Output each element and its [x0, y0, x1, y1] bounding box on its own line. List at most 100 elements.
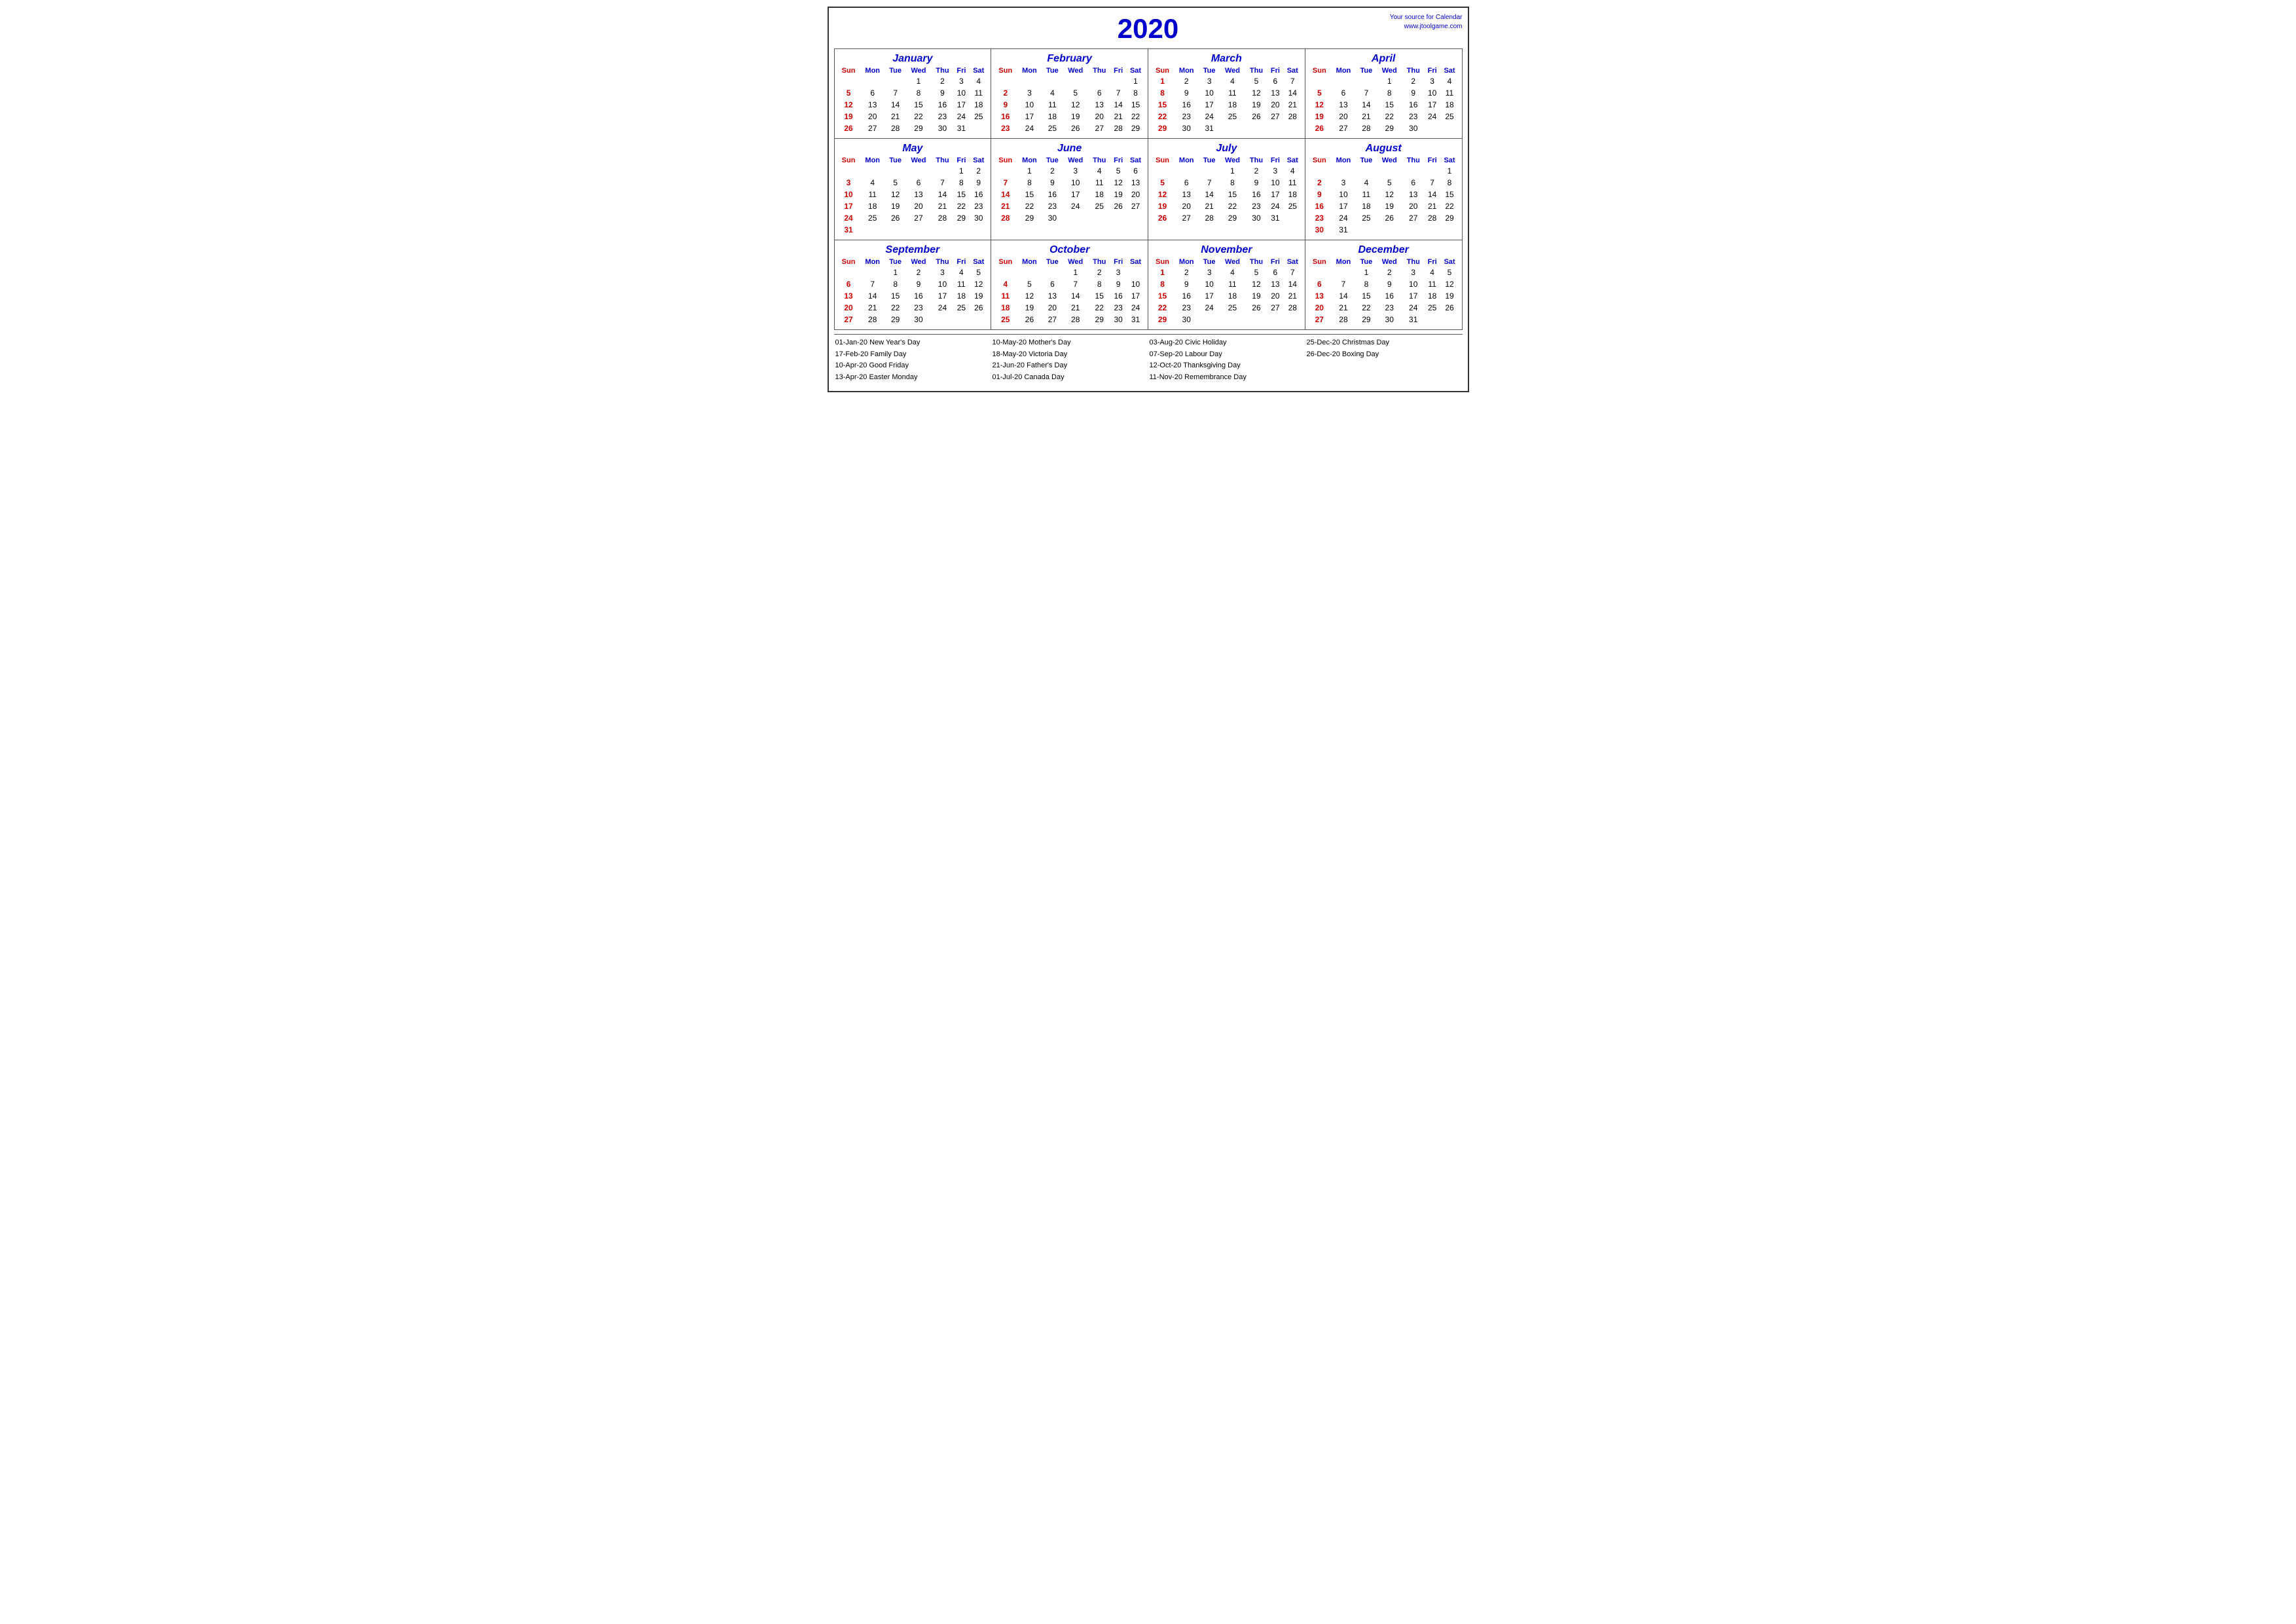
day-cell: 2 — [994, 87, 1017, 99]
holiday-column-0: 01-Jan-20 New Year's Day17-Feb-20 Family… — [835, 337, 990, 383]
day-header-mon: Mon — [1174, 66, 1199, 75]
day-header-mon: Mon — [1174, 257, 1199, 267]
day-cell: 26 — [1063, 122, 1088, 134]
day-cell: 4 — [954, 267, 970, 278]
day-cell: 17 — [1063, 189, 1088, 200]
day-cell: 4 — [969, 75, 988, 87]
day-cell: 2 — [1088, 267, 1110, 278]
day-cell — [954, 224, 970, 236]
day-cell: 15 — [954, 189, 970, 200]
day-cell: 30 — [1245, 212, 1267, 224]
week-row: 2627282930 — [1308, 122, 1459, 134]
day-cell — [954, 314, 970, 325]
day-cell: 25 — [1440, 111, 1459, 122]
month-name: May — [837, 143, 989, 155]
week-row: 293031 — [1151, 122, 1302, 134]
day-cell — [1245, 122, 1267, 134]
day-cell: 18 — [969, 99, 988, 111]
day-cell: 22 — [906, 111, 932, 122]
day-cell: 4 — [860, 177, 885, 189]
day-cell: 24 — [1126, 302, 1145, 314]
week-row: 20212223242526 — [1308, 302, 1459, 314]
day-header-tue: Tue — [885, 156, 906, 165]
day-cell: 16 — [1042, 189, 1063, 200]
week-row: 13141516171819 — [837, 290, 989, 302]
day-cell — [885, 165, 906, 177]
week-row: 21222324252627 — [994, 200, 1145, 212]
day-header-fri: Fri — [1110, 156, 1126, 165]
month-table: SunMonTueWedThuFriSat1234567891011121314… — [994, 156, 1145, 224]
day-cell: 8 — [1088, 278, 1110, 290]
day-cell: 13 — [1042, 290, 1063, 302]
day-cell: 14 — [1283, 87, 1302, 99]
day-cell — [837, 267, 860, 278]
day-cell: 10 — [931, 278, 953, 290]
year-title: 2020 — [834, 13, 1463, 45]
holiday-item: 17-Feb-20 Family Day — [835, 349, 990, 361]
day-cell: 3 — [1199, 267, 1220, 278]
day-cell: 30 — [1308, 224, 1331, 236]
day-cell: 13 — [1308, 290, 1331, 302]
day-cell: 4 — [1356, 177, 1377, 189]
day-cell: 27 — [1088, 122, 1110, 134]
day-cell: 28 — [1283, 302, 1302, 314]
day-cell: 8 — [1356, 278, 1377, 290]
day-cell — [1356, 165, 1377, 177]
week-row: 1 — [994, 75, 1145, 87]
day-header-sat: Sat — [1126, 66, 1145, 75]
day-cell: 20 — [1402, 200, 1425, 212]
month-block-august: AugustSunMonTueWedThuFriSat1234567891011… — [1305, 139, 1463, 240]
day-cell: 9 — [994, 99, 1017, 111]
day-cell: 8 — [1440, 177, 1459, 189]
day-header-tue: Tue — [1042, 66, 1063, 75]
day-cell: 11 — [1042, 99, 1063, 111]
day-cell: 1 — [1063, 267, 1088, 278]
month-block-december: DecemberSunMonTueWedThuFriSat12345678910… — [1305, 240, 1463, 330]
day-cell: 13 — [1267, 87, 1283, 99]
holiday-item: 13-Apr-20 Easter Monday — [835, 372, 990, 384]
day-header-wed: Wed — [906, 257, 932, 267]
day-header-mon: Mon — [860, 156, 885, 165]
day-cell: 15 — [1377, 99, 1402, 111]
month-table: SunMonTueWedThuFriSat1234567891011121314… — [837, 156, 989, 236]
day-cell — [1174, 165, 1199, 177]
day-cell: 18 — [954, 290, 970, 302]
day-cell: 12 — [1151, 189, 1174, 200]
day-cell — [1220, 122, 1245, 134]
day-cell — [1110, 75, 1126, 87]
day-cell: 13 — [1402, 189, 1425, 200]
day-header-tue: Tue — [1356, 66, 1377, 75]
day-header-tue: Tue — [1199, 66, 1220, 75]
day-cell: 14 — [1110, 99, 1126, 111]
day-cell: 22 — [1126, 111, 1145, 122]
holiday-item: 10-May-20 Mother's Day — [993, 337, 1147, 349]
day-cell: 5 — [885, 177, 906, 189]
day-cell: 20 — [1126, 189, 1145, 200]
day-cell — [1402, 224, 1425, 236]
day-cell: 3 — [1425, 75, 1440, 87]
day-cell: 26 — [1110, 200, 1126, 212]
day-cell — [1425, 122, 1440, 134]
week-row: 12 — [837, 165, 989, 177]
day-header-tue: Tue — [1042, 257, 1063, 267]
day-cell: 2 — [969, 165, 988, 177]
day-cell: 7 — [1110, 87, 1126, 99]
day-cell: 11 — [1440, 87, 1459, 99]
day-cell: 14 — [1356, 99, 1377, 111]
day-header-mon: Mon — [860, 66, 885, 75]
day-cell: 27 — [1331, 122, 1356, 134]
day-cell: 23 — [1245, 200, 1267, 212]
week-row: 2728293031 — [1308, 314, 1459, 325]
day-cell: 20 — [860, 111, 885, 122]
day-cell: 27 — [1308, 314, 1331, 325]
day-cell — [885, 224, 906, 236]
week-row: 19202122232425 — [1308, 111, 1459, 122]
day-cell: 19 — [1308, 111, 1331, 122]
day-cell: 26 — [1017, 314, 1042, 325]
day-cell: 18 — [1425, 290, 1440, 302]
day-cell: 15 — [1151, 99, 1174, 111]
day-cell: 5 — [1245, 267, 1267, 278]
day-cell — [1308, 75, 1331, 87]
week-row: 19202122232425 — [1151, 200, 1302, 212]
day-header-wed: Wed — [906, 156, 932, 165]
